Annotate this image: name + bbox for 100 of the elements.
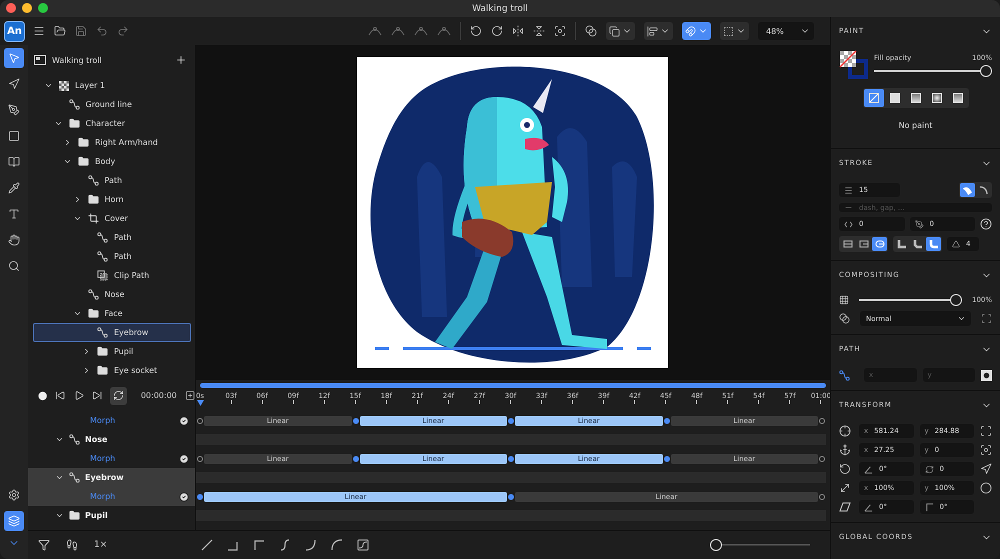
chevron-down-icon[interactable] bbox=[54, 119, 62, 128]
flip-horizontal-icon[interactable] bbox=[512, 25, 524, 37]
chevron-right-icon[interactable] bbox=[63, 138, 72, 147]
folder-icon[interactable] bbox=[54, 25, 66, 37]
record-icon[interactable] bbox=[38, 390, 48, 400]
add-keyframe-icon[interactable] bbox=[184, 390, 196, 401]
fill-stroke-swatch[interactable] bbox=[839, 50, 869, 80]
layer-item[interactable]: Pupil bbox=[33, 342, 191, 361]
layer-item[interactable]: Path bbox=[33, 228, 191, 247]
keyframe-dot[interactable] bbox=[352, 418, 358, 424]
menu-icon[interactable] bbox=[33, 25, 45, 37]
keyframe-dot[interactable] bbox=[819, 418, 825, 424]
keyframe-dot[interactable] bbox=[352, 456, 358, 462]
chevron-down-icon[interactable] bbox=[55, 473, 64, 482]
chevron-down-icon[interactable] bbox=[44, 81, 53, 90]
tool-button[interactable] bbox=[4, 48, 24, 68]
easing-curve-icon[interactable] bbox=[305, 539, 317, 551]
rotate-left-icon[interactable] bbox=[470, 25, 482, 37]
slider-thumb[interactable] bbox=[710, 539, 722, 551]
save-icon[interactable] bbox=[75, 25, 87, 37]
node-tool-icon[interactable] bbox=[391, 26, 405, 36]
circle-icon[interactable] bbox=[980, 482, 992, 494]
layer-item[interactable]: Clip Path bbox=[33, 266, 191, 285]
filter-icon[interactable] bbox=[38, 539, 50, 551]
slider-thumb[interactable] bbox=[950, 294, 962, 306]
align-dropdown[interactable] bbox=[644, 22, 673, 40]
keyframe-dot[interactable] bbox=[197, 494, 203, 500]
selection-dropdown[interactable] bbox=[720, 22, 749, 40]
skip-forward-icon[interactable] bbox=[92, 390, 102, 401]
keyframe-dot[interactable] bbox=[819, 456, 825, 462]
layer-item[interactable]: Ground line bbox=[33, 95, 191, 114]
close-window-button[interactable] bbox=[6, 3, 16, 13]
minimize-window-button[interactable] bbox=[22, 3, 32, 13]
layer-item[interactable]: Horn bbox=[33, 190, 191, 209]
play-icon[interactable] bbox=[74, 390, 84, 401]
chevron-down-icon[interactable] bbox=[63, 157, 72, 166]
layer-item[interactable]: Character bbox=[33, 114, 191, 133]
layer-item[interactable]: Body bbox=[33, 152, 191, 171]
keyframe-dot[interactable] bbox=[819, 494, 825, 500]
easing-curve-icon[interactable] bbox=[201, 539, 213, 551]
chevron-down-icon[interactable] bbox=[55, 511, 64, 520]
chevron-right-icon[interactable] bbox=[82, 366, 91, 375]
keyframe-dot[interactable] bbox=[508, 494, 514, 500]
node-tool-icon[interactable] bbox=[437, 26, 451, 36]
layer-item[interactable]: Path bbox=[33, 247, 191, 266]
flip-vertical-icon[interactable] bbox=[533, 25, 545, 37]
playback-speed[interactable]: 1× bbox=[94, 540, 108, 550]
zoom-field[interactable]: 48% bbox=[758, 22, 814, 40]
easing-curve-icon[interactable] bbox=[227, 539, 239, 551]
loop-button[interactable] bbox=[110, 386, 127, 404]
scan-icon[interactable] bbox=[981, 313, 992, 324]
keyframe-dot[interactable] bbox=[664, 456, 670, 462]
add-icon[interactable] bbox=[175, 54, 187, 66]
chevron-down-icon[interactable] bbox=[55, 435, 64, 444]
check-icon[interactable] bbox=[179, 492, 189, 502]
boolean-icon[interactable] bbox=[585, 25, 597, 37]
redo-icon[interactable] bbox=[117, 25, 129, 37]
help-icon[interactable] bbox=[980, 218, 992, 230]
sidebar-button[interactable] bbox=[4, 511, 24, 531]
point-icon[interactable] bbox=[981, 370, 992, 380]
focus-icon[interactable] bbox=[554, 25, 566, 37]
slider-thumb[interactable] bbox=[980, 64, 992, 76]
node-tool-icon[interactable] bbox=[414, 26, 428, 36]
skip-back-icon[interactable] bbox=[55, 390, 66, 401]
line-cap-button[interactable] bbox=[872, 237, 887, 251]
zoom-window-button[interactable] bbox=[38, 3, 48, 13]
graph-editor-icon[interactable] bbox=[357, 539, 369, 551]
undo-icon[interactable] bbox=[96, 25, 108, 37]
paint-type-button[interactable] bbox=[864, 89, 884, 107]
chevron-right-icon[interactable] bbox=[82, 347, 91, 356]
footprints-icon[interactable] bbox=[66, 539, 78, 551]
track-label[interactable]: Eyebrow bbox=[28, 468, 195, 487]
arrange-dropdown[interactable] bbox=[606, 22, 635, 40]
snapping-dropdown[interactable] bbox=[682, 22, 711, 40]
easing-curve-icon[interactable] bbox=[253, 539, 265, 551]
keyframe-dot[interactable] bbox=[197, 418, 203, 424]
chevron-down-icon[interactable] bbox=[72, 214, 82, 223]
check-icon[interactable] bbox=[179, 416, 189, 426]
easing-curve-icon[interactable] bbox=[331, 539, 343, 551]
layer-item[interactable]: Nose bbox=[33, 285, 191, 304]
line-join-button[interactable] bbox=[926, 237, 941, 251]
node-tool-icon[interactable] bbox=[368, 26, 382, 36]
scan-icon[interactable] bbox=[980, 425, 992, 437]
arrow-icon[interactable] bbox=[980, 463, 992, 475]
layer-item[interactable]: Eye socket bbox=[33, 361, 191, 380]
layer-item[interactable]: Layer 1 bbox=[33, 76, 191, 95]
keyframe-dot[interactable] bbox=[508, 456, 514, 462]
playhead-icon[interactable] bbox=[196, 400, 204, 406]
stroke-placement-button[interactable] bbox=[960, 183, 975, 197]
layer-item[interactable]: Right Arm/hand bbox=[33, 133, 191, 152]
timeline-scrollbar[interactable] bbox=[200, 383, 826, 388]
layer-item[interactable]: Cover bbox=[33, 209, 191, 228]
layer-item[interactable]: Eyebrow bbox=[33, 323, 191, 342]
rotate-right-icon[interactable] bbox=[491, 25, 503, 37]
keyframe-dot[interactable] bbox=[508, 418, 514, 424]
chevron-down-icon[interactable] bbox=[72, 309, 82, 318]
keyframe-dot[interactable] bbox=[664, 418, 670, 424]
keyframe-dot[interactable] bbox=[197, 456, 203, 462]
check-icon[interactable] bbox=[179, 454, 189, 464]
layer-item[interactable]: Path bbox=[33, 171, 191, 190]
